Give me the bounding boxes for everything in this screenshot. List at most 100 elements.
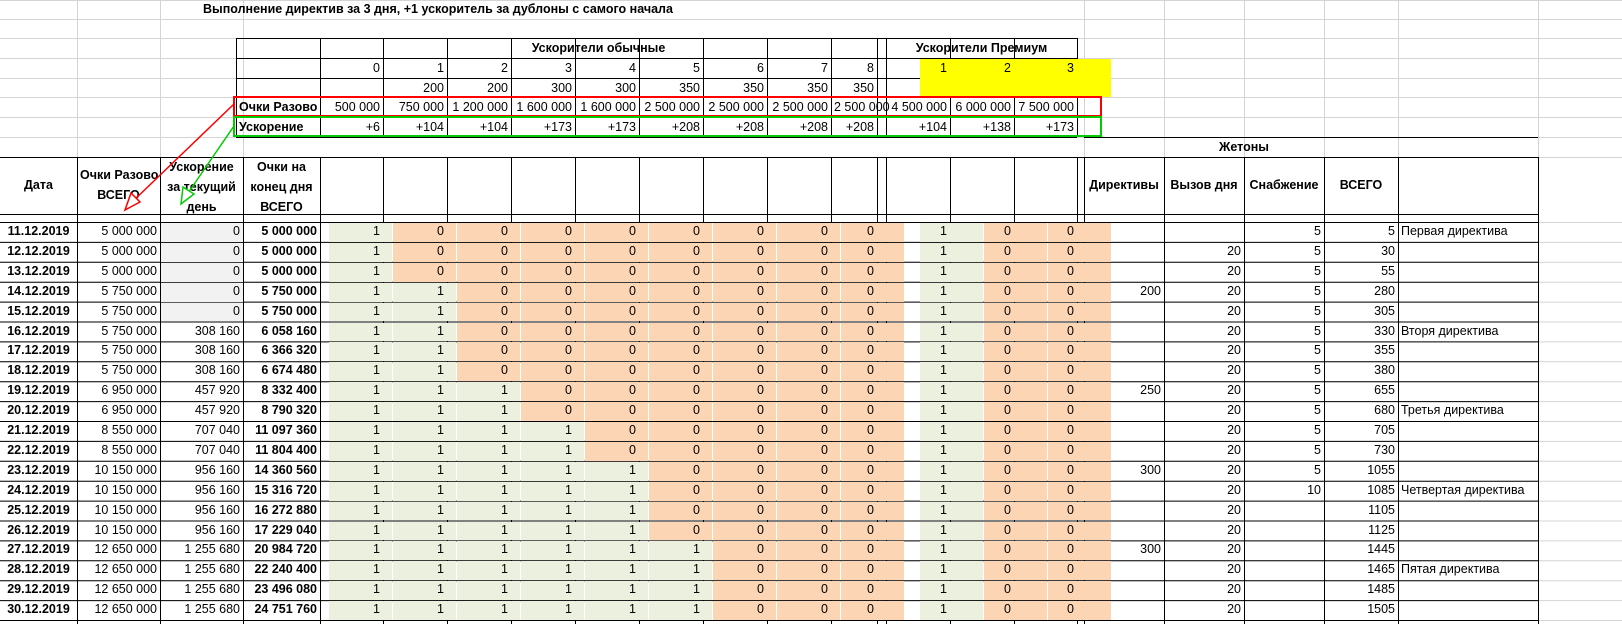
row-points-end[interactable]: 24 751 760 xyxy=(243,600,320,620)
accelerator-flag[interactable]: 0 xyxy=(703,421,767,441)
accelerator-flag[interactable]: 0 xyxy=(575,282,639,302)
row-points-end[interactable]: 14 360 560 xyxy=(243,461,320,481)
accelerator-flag[interactable]: 0 xyxy=(703,341,767,361)
accelerator-flag[interactable]: 1 xyxy=(886,242,950,262)
accelerator-flag[interactable]: 0 xyxy=(703,322,767,342)
row-date[interactable]: 26.12.2019 xyxy=(0,521,77,541)
accelerator-flag[interactable]: 0 xyxy=(831,322,877,342)
accelerator-flag[interactable]: 0 xyxy=(950,222,1014,242)
normal-cost-7[interactable]: 350 xyxy=(767,78,831,98)
accelerator-flag[interactable]: 1 xyxy=(447,381,511,401)
accelerator-flag[interactable]: 0 xyxy=(950,361,1014,381)
boost-value[interactable]: +138 xyxy=(950,117,1014,137)
row-points-total[interactable]: 6 950 000 xyxy=(77,381,160,401)
row-boost-today[interactable]: 707 040 xyxy=(160,441,243,461)
accelerator-flag[interactable]: 1 xyxy=(320,580,383,600)
points-end-header[interactable]: Очки на xyxy=(243,157,320,177)
accelerator-flag[interactable]: 1 xyxy=(320,381,383,401)
row-directives-tokens[interactable]: 200 xyxy=(1084,282,1164,302)
row-date[interactable]: 22.12.2019 xyxy=(0,441,77,461)
accelerator-flag[interactable]: 0 xyxy=(950,341,1014,361)
accelerator-flag[interactable]: 1 xyxy=(320,302,383,322)
accelerator-flag[interactable]: 0 xyxy=(447,222,511,242)
row-daily-call-tokens[interactable]: 20 xyxy=(1164,262,1244,282)
row-tokens-total[interactable]: 330 xyxy=(1324,322,1398,342)
accelerator-flag[interactable]: 0 xyxy=(831,501,877,521)
normal-accelerators-title[interactable]: Ускорители обычные xyxy=(320,38,877,58)
tokens-col-header[interactable]: Директивы xyxy=(1084,175,1164,195)
accelerator-flag[interactable]: 0 xyxy=(575,302,639,322)
accelerator-flag[interactable]: 0 xyxy=(703,381,767,401)
boost-value[interactable]: +208 xyxy=(831,117,877,137)
row-supply-tokens[interactable]: 5 xyxy=(1244,242,1324,262)
tokens-title[interactable]: Жетоны xyxy=(1164,137,1324,157)
row-boost-today[interactable]: 1 255 680 xyxy=(160,560,243,580)
accelerator-flag[interactable]: 1 xyxy=(886,600,950,620)
row-points-end[interactable]: 5 750 000 xyxy=(243,302,320,322)
boost-row-label[interactable]: Ускорение xyxy=(236,117,320,137)
row-note[interactable] xyxy=(1398,501,1622,521)
normal-level-0[interactable]: 0 xyxy=(320,58,383,78)
accelerator-flag[interactable]: 0 xyxy=(703,361,767,381)
row-boost-today[interactable]: 457 920 xyxy=(160,381,243,401)
accelerator-flag[interactable]: 1 xyxy=(383,441,447,461)
accelerator-flag[interactable]: 1 xyxy=(575,521,639,541)
accelerator-flag[interactable]: 0 xyxy=(950,282,1014,302)
row-daily-call-tokens[interactable]: 20 xyxy=(1164,401,1244,421)
accelerator-flag[interactable]: 1 xyxy=(320,421,383,441)
accelerator-flag[interactable]: 0 xyxy=(767,282,831,302)
accelerator-flag[interactable]: 1 xyxy=(320,222,383,242)
row-supply-tokens[interactable]: 5 xyxy=(1244,222,1324,242)
row-directives-tokens[interactable] xyxy=(1084,421,1164,441)
row-directives-tokens[interactable] xyxy=(1084,341,1164,361)
accelerator-flag[interactable]: 0 xyxy=(767,341,831,361)
row-date[interactable]: 13.12.2019 xyxy=(0,262,77,282)
row-supply-tokens[interactable]: 5 xyxy=(1244,322,1324,342)
row-supply-tokens[interactable] xyxy=(1244,580,1324,600)
accelerator-flag[interactable]: 0 xyxy=(831,282,877,302)
normal-level-3[interactable]: 3 xyxy=(511,58,575,78)
row-daily-call-tokens[interactable]: 20 xyxy=(1164,341,1244,361)
accelerator-flag[interactable]: 1 xyxy=(320,481,383,501)
row-note[interactable] xyxy=(1398,521,1622,541)
accelerator-flag[interactable]: 0 xyxy=(767,361,831,381)
accelerator-flag[interactable]: 1 xyxy=(447,421,511,441)
accelerator-flag[interactable]: 0 xyxy=(383,262,447,282)
accelerator-flag[interactable]: 0 xyxy=(1014,322,1077,342)
row-points-total[interactable]: 5 750 000 xyxy=(77,361,160,381)
row-daily-call-tokens[interactable]: 20 xyxy=(1164,461,1244,481)
row-note[interactable]: Пятая директива xyxy=(1398,560,1622,580)
row-note[interactable] xyxy=(1398,262,1622,282)
accelerator-flag[interactable]: 1 xyxy=(511,501,575,521)
accelerator-flag[interactable]: 1 xyxy=(511,461,575,481)
accelerator-flag[interactable]: 0 xyxy=(1014,242,1077,262)
accelerator-flag[interactable]: 1 xyxy=(886,421,950,441)
row-points-total[interactable]: 12 650 000 xyxy=(77,540,160,560)
row-tokens-total[interactable]: 30 xyxy=(1324,242,1398,262)
accelerator-flag[interactable]: 1 xyxy=(447,540,511,560)
accelerator-flag[interactable]: 0 xyxy=(767,501,831,521)
row-points-total[interactable]: 8 550 000 xyxy=(77,441,160,461)
accelerator-flag[interactable]: 0 xyxy=(575,421,639,441)
row-date[interactable]: 28.12.2019 xyxy=(0,560,77,580)
row-directives-tokens[interactable]: 300 xyxy=(1084,461,1164,481)
accelerator-flag[interactable]: 0 xyxy=(767,401,831,421)
points-row-label[interactable]: Очки Разово xyxy=(236,97,320,117)
row-tokens-total[interactable]: 1085 xyxy=(1324,481,1398,501)
accelerator-flag[interactable]: 1 xyxy=(575,540,639,560)
accelerator-flag[interactable]: 0 xyxy=(639,401,703,421)
accelerator-flag[interactable]: 0 xyxy=(703,262,767,282)
accelerator-flag[interactable]: 0 xyxy=(639,461,703,481)
sheet-title[interactable]: Выполнение директив за 3 дня, +1 ускорит… xyxy=(200,0,900,19)
accelerator-flag[interactable]: 0 xyxy=(1014,302,1077,322)
accelerator-flag[interactable]: 0 xyxy=(1014,381,1077,401)
accelerator-flag[interactable]: 1 xyxy=(447,580,511,600)
accelerator-flag[interactable]: 0 xyxy=(1014,222,1077,242)
accelerator-flag[interactable]: 0 xyxy=(767,421,831,441)
row-directives-tokens[interactable] xyxy=(1084,600,1164,620)
accelerator-flag[interactable]: 0 xyxy=(950,461,1014,481)
row-note[interactable] xyxy=(1398,461,1622,481)
row-boost-today[interactable]: 0 xyxy=(160,242,243,262)
accelerator-flag[interactable]: 0 xyxy=(950,302,1014,322)
accelerator-flag[interactable]: 0 xyxy=(639,341,703,361)
